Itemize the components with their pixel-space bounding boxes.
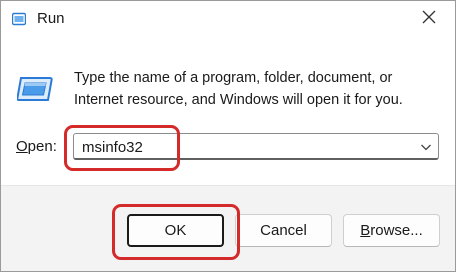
chevron-down-icon[interactable]	[419, 140, 433, 154]
run-icon	[11, 12, 27, 26]
instruction-line-1: Type the name of a program, folder, docu…	[74, 70, 393, 86]
open-label: Open:	[16, 138, 57, 155]
title-bar[interactable]: Run	[1, 1, 455, 37]
open-label-accelerator: O	[16, 138, 28, 155]
run-program-icon	[16, 75, 53, 103]
open-input[interactable]	[82, 137, 412, 157]
close-button[interactable]	[411, 5, 447, 33]
instruction-text: Type the name of a program, folder, docu…	[74, 67, 444, 111]
window-title: Run	[37, 10, 65, 27]
run-dialog: Run Type the name of a program, folder, …	[0, 0, 456, 272]
ok-button[interactable]: OK	[127, 214, 224, 247]
browse-accelerator: B	[360, 222, 371, 239]
open-combobox[interactable]	[73, 133, 439, 160]
instruction-line-2: Internet resource, and Windows will open…	[74, 92, 403, 108]
cancel-button[interactable]: Cancel	[235, 214, 332, 247]
browse-button[interactable]: Browse...	[343, 214, 440, 247]
browse-label-rest: rowse...	[370, 222, 423, 239]
close-icon	[422, 10, 436, 29]
open-label-rest: pen:	[27, 138, 57, 155]
